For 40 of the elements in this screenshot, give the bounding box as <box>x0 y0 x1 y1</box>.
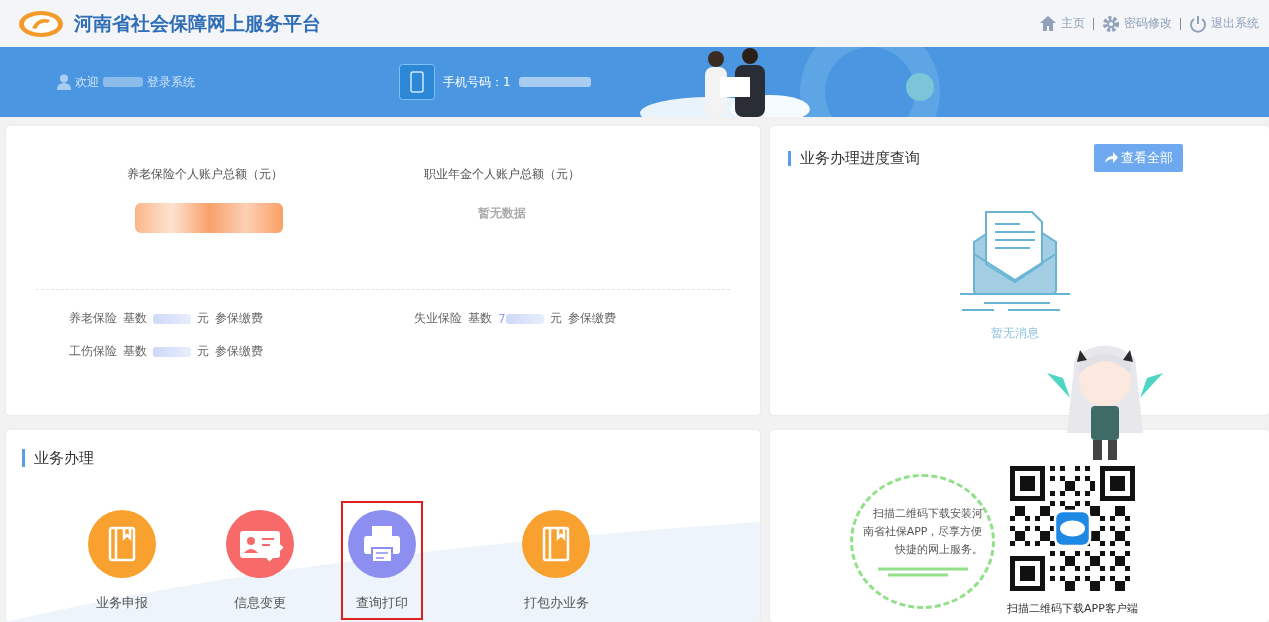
insurance-name: 养老保险 <box>69 310 117 327</box>
redacted-mark <box>153 346 191 357</box>
base-label: 基数 <box>123 343 147 360</box>
section-title: 业务办理进度查询 <box>788 150 920 166</box>
insurance-name: 失业保险 <box>414 310 462 327</box>
unit-text: 元 <box>549 310 562 327</box>
empty-text: 暂无消息 <box>990 325 1039 342</box>
account-label: 养老保险个人账户总额（元） <box>127 166 283 183</box>
redacted-mark <box>103 77 143 87</box>
promo-text: 扫描二维码下载安装河南省社保APP，尽享方便快捷的网上服务。 <box>862 506 983 558</box>
empty-text: 暂无数据 <box>478 205 526 222</box>
redacted-mark <box>153 313 191 324</box>
account-label: 职业年金个人账户总额（元） <box>424 166 580 183</box>
share-arrow-icon <box>1104 152 1118 164</box>
section-title: 业务办理 <box>22 449 94 467</box>
welcome-text: 登录系统 <box>147 73 195 91</box>
welcome-text: 欢迎 <box>75 73 99 91</box>
base-label: 基数 <box>468 310 492 327</box>
logo-icon <box>18 9 64 38</box>
insurance-status: 参保缴费 <box>567 310 616 327</box>
unit-text: 元 <box>197 343 209 360</box>
phone-icon <box>399 64 435 100</box>
service-tile[interactable]: 查询打印 <box>341 501 423 620</box>
redacted-mark <box>505 313 544 324</box>
power-icon <box>1189 14 1207 33</box>
user-icon <box>57 74 71 90</box>
base-label: 基数 <box>123 310 147 327</box>
unit-text: 元 <box>197 310 209 327</box>
insurance-status: 参保缴费 <box>215 343 263 360</box>
service-tile[interactable]: 信息变更 <box>212 501 308 620</box>
settings-icon <box>1102 14 1120 33</box>
home-icon <box>1039 15 1057 32</box>
service-tile[interactable]: 打包办业务 <box>486 501 626 620</box>
qr-caption: 扫描二维码下载APP客户端 <box>1007 601 1138 616</box>
insurance-name: 工伤保险 <box>69 343 117 360</box>
phone-label: 手机号码：1 <box>443 73 511 91</box>
service-tile[interactable]: 业务申报 <box>74 501 170 620</box>
base-value: 7 <box>498 311 506 326</box>
insurance-status: 参保缴费 <box>215 310 263 327</box>
site-title: 河南省社会保障网上服务平台 <box>74 10 321 36</box>
